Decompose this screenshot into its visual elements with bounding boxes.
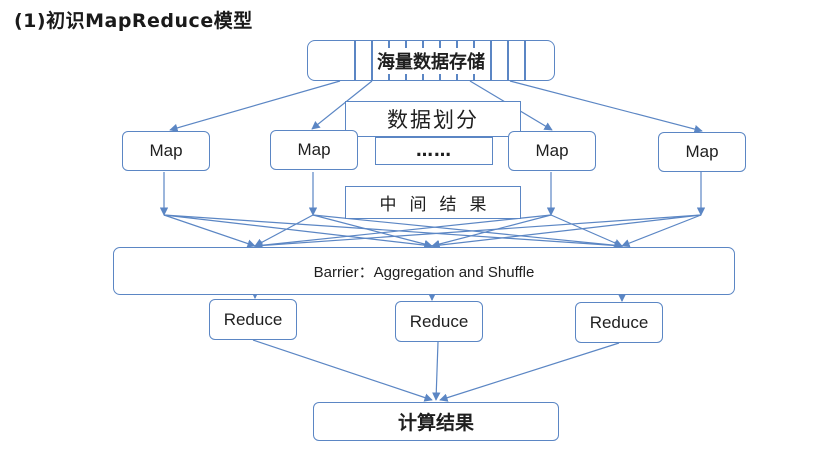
intermediate-label: 中间结果 xyxy=(379,195,500,215)
map-label: Map xyxy=(297,140,331,159)
intermediate-box: 中间结果 xyxy=(345,186,521,219)
split-label: 数据划分 xyxy=(387,108,479,132)
map-label: Map xyxy=(149,141,183,160)
edge-reduce-result-3 xyxy=(439,342,620,402)
map-box-2: Map xyxy=(270,130,358,170)
edge-reduce-result-2 xyxy=(432,341,441,401)
edge-storage-map-1 xyxy=(169,80,341,132)
edge-shuffle-2-2 xyxy=(312,214,433,249)
reduce-label: Reduce xyxy=(409,311,469,331)
page-title: (1)初识MapReduce模型 xyxy=(14,10,253,32)
storage-label: 海量数据存储 xyxy=(375,47,487,74)
storage-box: 海量数据存储 xyxy=(307,40,555,81)
barrier-box: Barrier：Aggregation and Shuffle xyxy=(113,247,735,295)
split-box: 数据划分 xyxy=(345,101,521,137)
result-label: 计算结果 xyxy=(397,412,474,434)
reduce-label: Reduce xyxy=(223,309,283,329)
edge-reduce-result-1 xyxy=(252,339,433,402)
reduce-box-2: Reduce xyxy=(395,301,483,342)
barrier-label: Barrier：Aggregation and Shuffle xyxy=(313,263,535,281)
map-label: Map xyxy=(685,142,719,161)
map-box-3: Map xyxy=(508,131,596,171)
result-box: 计算结果 xyxy=(313,402,559,441)
ellipsis-label: …… xyxy=(416,141,452,161)
reduce-box-1: Reduce xyxy=(209,299,297,340)
map-box-1: Map xyxy=(122,131,210,171)
reduce-box-3: Reduce xyxy=(575,302,663,343)
map-box-4: Map xyxy=(658,132,746,172)
reduce-label: Reduce xyxy=(589,312,649,332)
edge-shuffle-3-2 xyxy=(431,214,552,249)
map-label: Map xyxy=(535,141,569,160)
edge-storage-map-4 xyxy=(509,80,703,134)
ellipsis-box: …… xyxy=(375,137,493,165)
